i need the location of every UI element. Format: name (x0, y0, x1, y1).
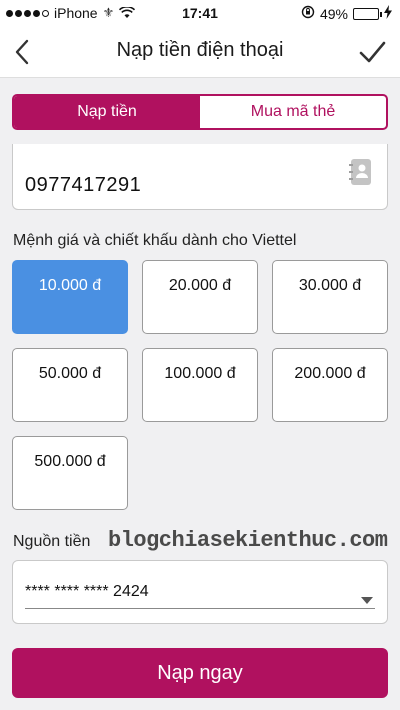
amount-option-10000[interactable]: 10.000 đ (12, 260, 128, 334)
phone-number-field[interactable]: 0977417291 (12, 144, 388, 210)
submit-button[interactable]: Nạp ngay (12, 648, 388, 698)
rotation-lock-icon (301, 5, 315, 22)
amount-option-30000[interactable]: 30.000 đ (272, 260, 388, 334)
dropdown-arrow-icon[interactable] (361, 597, 373, 604)
mode-tabs: Nạp tiền Mua mã thẻ (12, 94, 388, 130)
amount-option-20000[interactable]: 20.000 đ (142, 260, 258, 334)
status-right: 49% (301, 5, 392, 22)
page-title: Nạp tiền điện thoại (116, 39, 284, 61)
chevron-left-icon[interactable] (10, 38, 36, 66)
checkmark-icon[interactable] (358, 38, 386, 66)
battery-icon (353, 7, 382, 20)
amount-option-500000[interactable]: 500.000 đ (12, 436, 128, 510)
tab-nap-tien[interactable]: Nạp tiền (14, 96, 200, 128)
charging-bolt-icon (384, 5, 392, 22)
amount-option-100000[interactable]: 100.000 đ (142, 348, 258, 422)
status-bar: iPhone ⚜ 17:41 49% (0, 0, 400, 26)
battery-percent: 49% (319, 5, 348, 22)
funding-source-label: Nguồn tiền (13, 533, 91, 550)
tab-mua-ma-the[interactable]: Mua mã thẻ (200, 96, 386, 128)
amount-option-50000[interactable]: 50.000 đ (12, 348, 128, 422)
watermark-text: blogchiasekienthuc.com (108, 528, 388, 553)
card-number-value[interactable]: **** **** **** 2424 (25, 583, 149, 601)
amount-option-200000[interactable]: 200.000 đ (272, 348, 388, 422)
phone-number-value[interactable]: 0977417291 (25, 174, 141, 197)
contact-book-icon[interactable] (349, 158, 373, 186)
navigation-bar: Nạp tiền điện thoại (0, 26, 400, 78)
denomination-label: Mệnh giá và chiết khấu dành cho Viettel (13, 232, 297, 249)
funding-source-select[interactable]: **** **** **** 2424 (12, 560, 388, 624)
field-underline (25, 608, 375, 609)
